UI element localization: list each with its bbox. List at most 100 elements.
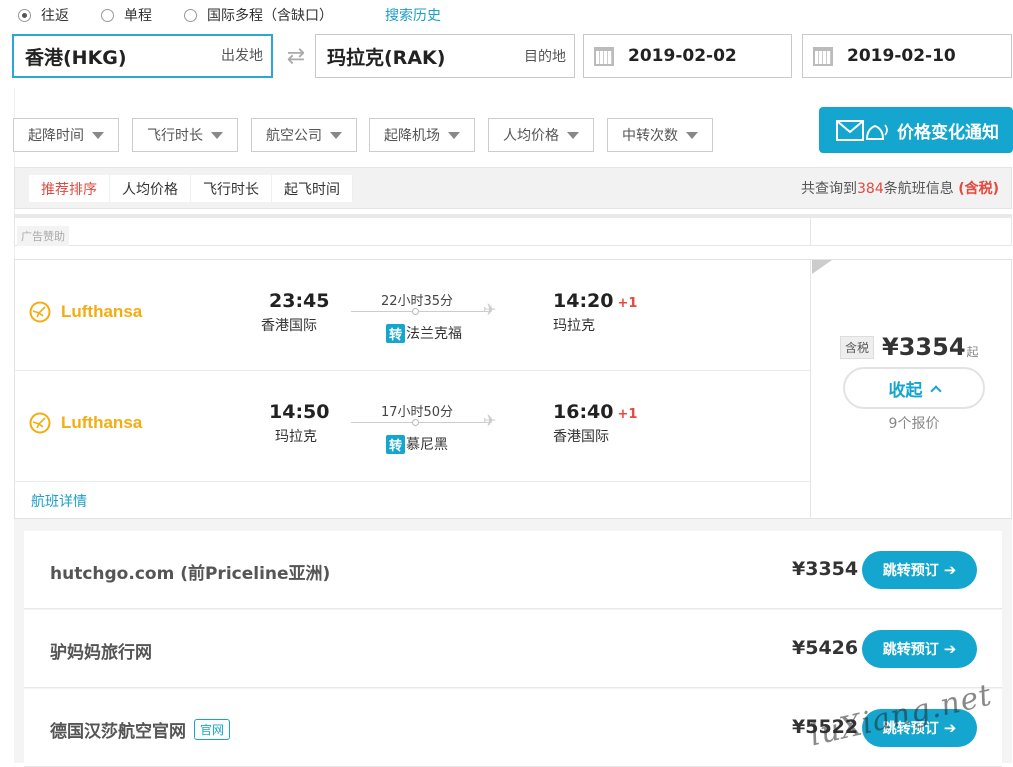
lufthansa-crane-icon [29, 412, 51, 434]
filter-stops[interactable]: 中转次数 [607, 118, 713, 152]
price-summary: 含税 ¥3354 起 [840, 333, 979, 361]
sort-tab-departure[interactable]: 起飞时间 [272, 175, 353, 202]
collapse-quotes-button[interactable]: 收起 [843, 367, 985, 409]
book-button[interactable]: 跳转预订 ➔ [862, 630, 977, 668]
transfer-info: 转 慕尼黑 [386, 434, 448, 454]
origin-hint: 出发地 [221, 48, 263, 64]
filter-label: 中转次数 [622, 128, 678, 144]
airline-logo: Lufthansa [29, 301, 142, 323]
price-alert-label: 价格变化通知 [897, 122, 999, 143]
divider [810, 218, 811, 246]
arrival-airport: 玛拉克 [553, 318, 595, 334]
route-line [351, 311, 491, 312]
book-button-label: 跳转预订 [882, 563, 939, 579]
divider [810, 260, 811, 519]
swap-arrows-icon[interactable]: ⇄ [282, 46, 310, 68]
destination-hint: 目的地 [524, 49, 566, 65]
filter-flight-duration[interactable]: 飞行时长 [132, 118, 238, 152]
price-from-suffix: 起 [966, 344, 979, 359]
trip-roundtrip-option[interactable]: 往返 [18, 5, 69, 25]
origin-field[interactable]: 香港(HKG) 出发地 [12, 34, 273, 78]
filter-label: 起降机场 [384, 128, 440, 144]
divider [15, 481, 810, 482]
sort-tabs: 推荐排序 人均价格 飞行时长 起飞时间 [29, 175, 353, 202]
caret-down-icon [211, 131, 223, 139]
vendor-row: hutchgo.com (前Priceline亚洲) ¥3354 跳转预订 ➔ [24, 531, 1002, 609]
sort-tab-duration[interactable]: 飞行时长 [191, 175, 272, 202]
return-date-value: 2019-02-10 [847, 46, 956, 66]
lowest-price: ¥3354 [882, 333, 966, 361]
ad-row: 广告赞助 [14, 214, 1012, 246]
destination-field[interactable]: 玛拉克(RAK) 目的地 [315, 34, 575, 78]
vendor-name-text: 德国汉莎航空官网 [50, 722, 186, 742]
airline-logo: Lufthansa [29, 412, 142, 434]
filter-airport[interactable]: 起降机场 [369, 118, 475, 152]
vendor-name: hutchgo.com (前Priceline亚洲) [50, 559, 330, 584]
flight-duration: 22小时35分 [380, 294, 454, 309]
vendor-name-text: 驴妈妈旅行网 [50, 643, 152, 663]
radio-multicity[interactable] [184, 8, 197, 22]
trip-multicity-label: 国际多程（含缺口） [207, 8, 333, 24]
depart-date-field[interactable]: 2019-02-02 [583, 34, 792, 78]
count-suffix: 条航班信息 [883, 181, 959, 197]
sort-bar: 推荐排序 人均价格 飞行时长 起飞时间 共查询到384条航班信息 (含税) [14, 167, 1012, 209]
arrival-time: 16:40 +1 [553, 401, 637, 423]
caret-down-icon [92, 131, 104, 139]
radio-roundtrip[interactable] [18, 8, 31, 22]
mail-bell-icon [836, 120, 888, 141]
vendor-name: 驴妈妈旅行网 [50, 638, 152, 663]
caret-down-icon [330, 131, 342, 139]
trip-multicity-option[interactable]: 国际多程（含缺口） [184, 5, 333, 25]
arrival-time-value: 16:40 [553, 401, 614, 423]
quote-count: 9个报价 [888, 416, 940, 432]
price-alert-button[interactable]: 价格变化通知 [819, 107, 1013, 153]
caret-down-icon [448, 131, 460, 139]
vendor-price: ¥5426 [792, 637, 859, 659]
depart-date-value: 2019-02-02 [628, 46, 737, 66]
sort-tab-recommended[interactable]: 推荐排序 [29, 175, 110, 202]
sort-tab-price[interactable]: 人均价格 [110, 175, 191, 202]
transfer-city: 慕尼黑 [406, 437, 449, 453]
transfer-badge: 转 [386, 434, 406, 454]
arrow-right-icon: ➔ [943, 561, 957, 579]
calendar-icon [813, 46, 833, 66]
collapse-label: 收起 [888, 380, 923, 401]
filter-airline[interactable]: 航空公司 [251, 118, 357, 152]
filter-label: 航空公司 [266, 128, 322, 144]
trip-oneway-option[interactable]: 单程 [101, 5, 152, 25]
chevron-up-icon [929, 384, 942, 397]
tax-note: (含税) [958, 181, 999, 197]
trip-roundtrip-label: 往返 [41, 8, 69, 24]
vendor-name-text: hutchgo.com (前Priceline亚洲) [50, 564, 331, 584]
count-prefix: 共查询到 [801, 181, 858, 197]
ad-label: 广告赞助 [17, 226, 69, 246]
departure-airport: 香港国际 [261, 318, 317, 334]
count-number: 384 [857, 181, 884, 197]
plane-icon: ✈ [483, 300, 497, 319]
next-day-badge: +1 [617, 407, 638, 422]
flight-duration: 17小时50分 [380, 405, 454, 420]
corner-tag [812, 260, 832, 274]
return-date-field[interactable]: 2019-02-10 [802, 34, 1012, 78]
vendor-price: ¥3354 [792, 558, 859, 580]
radio-oneway[interactable] [101, 8, 114, 22]
arrow-right-icon: ➔ [943, 640, 957, 658]
arrival-time-value: 14:20 [553, 290, 614, 312]
search-history-link[interactable]: 搜索历史 [385, 5, 441, 25]
filter-label: 人均价格 [503, 128, 559, 144]
trip-type-selector: 往返 单程 国际多程（含缺口） 搜索历史 [18, 4, 441, 26]
plane-icon: ✈ [483, 411, 497, 430]
arrival-airport: 香港国际 [553, 429, 609, 445]
flight-details-link[interactable]: 航班详情 [31, 491, 87, 511]
origin-value: 香港(HKG) [25, 46, 127, 69]
stop-dot [412, 308, 419, 315]
stop-dot [412, 419, 419, 426]
next-day-badge: +1 [617, 296, 638, 311]
airline-name: Lufthansa [61, 413, 143, 432]
filter-departure-time[interactable]: 起降时间 [13, 118, 119, 152]
filter-price[interactable]: 人均价格 [488, 118, 594, 152]
transfer-badge: 转 [386, 323, 406, 343]
vendor-row: 驴妈妈旅行网 ¥5426 跳转预订 ➔ [24, 610, 1002, 688]
departure-airport: 玛拉克 [275, 429, 317, 445]
book-button[interactable]: 跳转预订 ➔ [862, 551, 977, 589]
